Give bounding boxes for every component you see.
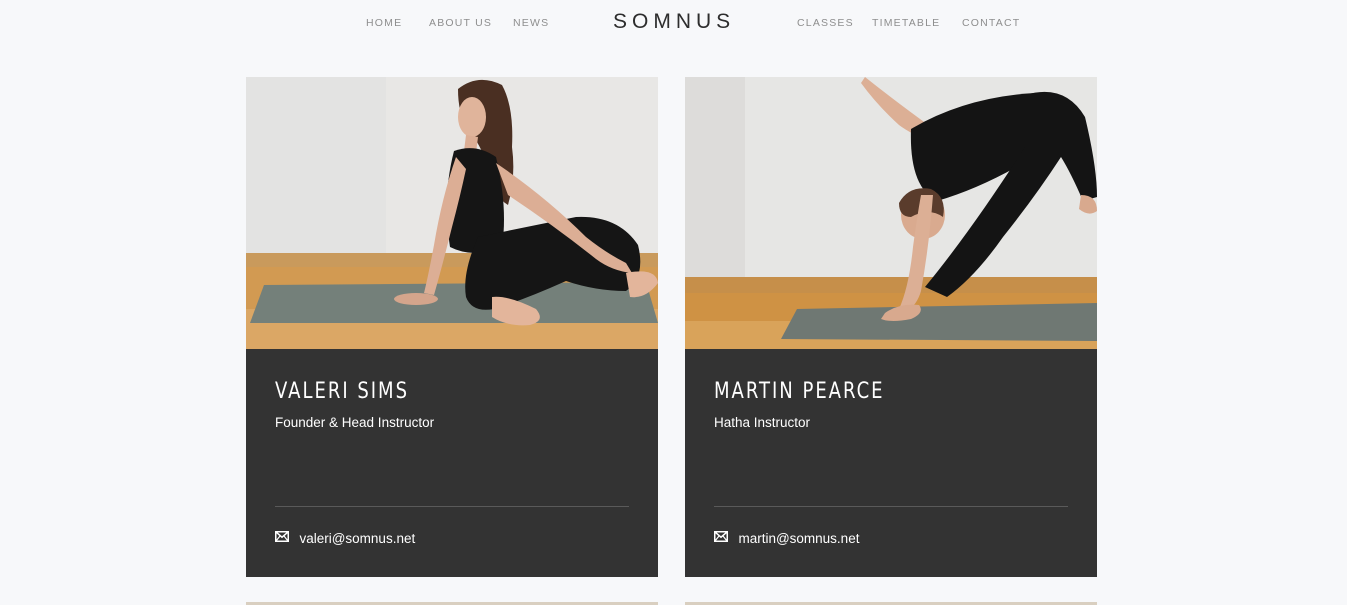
divider <box>714 506 1068 507</box>
nav-about-us[interactable]: ABOUT US <box>429 17 492 29</box>
instructor-info: MARTIN PEARCE Hatha Instructor martin@so… <box>685 349 1097 577</box>
nav-home[interactable]: HOME <box>366 17 402 29</box>
mail-icon <box>714 531 728 543</box>
instructor-name: MARTIN PEARCE <box>714 379 885 404</box>
mail-icon <box>275 531 289 543</box>
instructor-card: MARTIN PEARCE Hatha Instructor martin@so… <box>685 77 1097 577</box>
instructor-email-link[interactable]: martin@somnus.net <box>714 530 859 548</box>
instructor-card: VALERI SIMS Founder & Head Instructor va… <box>246 77 658 577</box>
instructor-info: VALERI SIMS Founder & Head Instructor va… <box>246 349 658 577</box>
nav-timetable[interactable]: TIMETABLE <box>872 17 940 29</box>
instructor-role: Founder & Head Instructor <box>275 415 435 430</box>
instructor-email: valeri@somnus.net <box>299 531 416 547</box>
instructor-photo <box>246 77 658 349</box>
instructor-role: Hatha Instructor <box>714 415 811 430</box>
nav-news[interactable]: NEWS <box>513 17 549 29</box>
site-logo[interactable]: SOMNUS <box>613 10 735 34</box>
divider <box>275 506 629 507</box>
instructor-email-link[interactable]: valeri@somnus.net <box>275 530 415 548</box>
nav-contact[interactable]: CONTACT <box>962 17 1020 29</box>
instructor-email: martin@somnus.net <box>738 531 860 547</box>
instructor-name: VALERI SIMS <box>275 379 410 404</box>
instructor-photo <box>685 77 1097 349</box>
nav-classes[interactable]: CLASSES <box>797 17 854 29</box>
site-header: HOME ABOUT US NEWS SOMNUS CLASSES TIMETA… <box>0 0 1347 48</box>
